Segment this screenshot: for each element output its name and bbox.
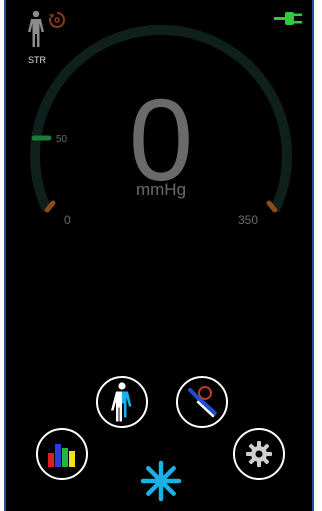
probe-button[interactable]: [176, 376, 228, 428]
human-body-icon: [111, 382, 132, 422]
statistics-button[interactable]: [36, 428, 88, 480]
probe-tool-icon: [188, 386, 217, 418]
settings-button[interactable]: [233, 428, 285, 480]
activity-button[interactable]: [138, 458, 184, 504]
bar-chart-icon: [48, 444, 75, 467]
plug-icon: [274, 12, 302, 25]
gauge-min-label: 0: [64, 213, 71, 227]
human-body-icon: [28, 10, 44, 47]
pressure-unit: mmHg: [135, 180, 187, 199]
app-screen: STR 0 mmHg 50 0 350: [4, 0, 314, 511]
asterisk-icon: [140, 460, 182, 502]
profile-label: STR: [28, 55, 46, 65]
profile-status: STR: [20, 8, 70, 68]
gauge-max-label: 350: [238, 213, 259, 227]
gauge-mid-label: 50: [56, 134, 68, 145]
cuff-cycle-icon: [49, 11, 66, 28]
gear-icon: [246, 441, 272, 467]
body-mode-button[interactable]: [96, 376, 148, 428]
